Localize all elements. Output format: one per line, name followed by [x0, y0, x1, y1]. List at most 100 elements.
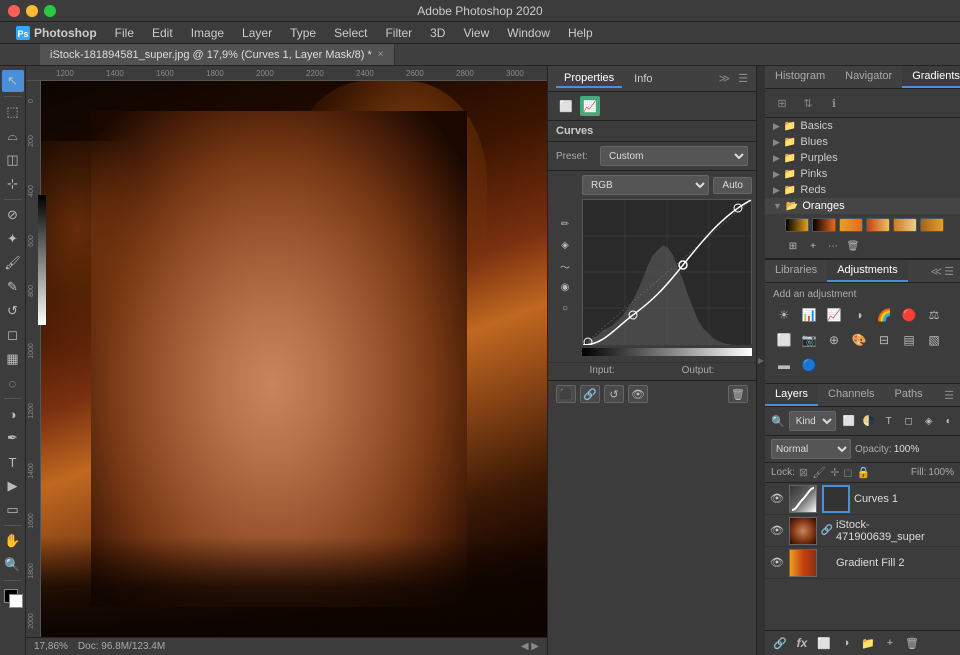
color-balance-icon[interactable]: ⚖: [923, 304, 945, 326]
layer-fx-btn[interactable]: fx: [793, 634, 811, 652]
dodge-tool[interactable]: ◑: [2, 403, 24, 425]
close-button[interactable]: [8, 5, 20, 17]
canvas-image[interactable]: [41, 81, 547, 637]
swatch-list-view-icon[interactable]: ⊞: [785, 238, 801, 254]
channels-tab[interactable]: Channels: [818, 384, 884, 406]
gradient-item-oranges[interactable]: ▼ 📂 Oranges: [765, 198, 960, 214]
menu-photoshop[interactable]: Ps Photoshop: [8, 24, 105, 42]
type-filter-icon[interactable]: T: [880, 412, 898, 430]
menu-image[interactable]: Image: [183, 24, 232, 42]
panel-view-icon[interactable]: ⊞: [771, 92, 793, 114]
crop-tool[interactable]: ⊹: [2, 173, 24, 195]
menu-select[interactable]: Select: [326, 24, 375, 42]
paths-tab[interactable]: Paths: [885, 384, 933, 406]
smartobj-filter-icon[interactable]: ◈: [920, 412, 938, 430]
auto-button[interactable]: Auto: [713, 177, 752, 194]
healing-tool[interactable]: ✦: [2, 228, 24, 250]
histogram-tab[interactable]: Histogram: [765, 66, 835, 88]
adj-collapse-icon[interactable]: ≪: [931, 265, 943, 278]
panel-sort-icon[interactable]: ⇅: [797, 92, 819, 114]
hsl-icon[interactable]: 🔴: [898, 304, 920, 326]
curves-reset[interactable]: ↺: [604, 385, 624, 403]
vibrance-icon[interactable]: 🌈: [873, 304, 895, 326]
layer-item-curves[interactable]: 👁 Curves 1: [765, 483, 960, 515]
pixel-filter-icon[interactable]: ⬜: [840, 412, 858, 430]
blend-mode-select[interactable]: Normal: [771, 439, 851, 459]
gradient-item-blues[interactable]: ▶ 📁 Blues: [765, 134, 960, 150]
curves-edit-tool[interactable]: ✏: [556, 216, 574, 234]
channel-select[interactable]: RGB: [582, 175, 709, 195]
layer-new-btn[interactable]: +: [881, 634, 899, 652]
gradient-map-icon[interactable]: ▬: [773, 354, 795, 376]
gradient-tool[interactable]: ▦: [2, 348, 24, 370]
opacity-value[interactable]: 100%: [894, 444, 920, 455]
gradients-tab[interactable]: Gradients: [902, 66, 960, 88]
layer-group-btn[interactable]: 📁: [859, 634, 877, 652]
curves-link[interactable]: 🔗: [580, 385, 600, 403]
tab-close-icon[interactable]: ×: [378, 49, 384, 60]
menu-help[interactable]: Help: [560, 24, 601, 42]
curves-graph[interactable]: [582, 199, 752, 344]
gradient-item-reds[interactable]: ▶ 📁 Reds: [765, 182, 960, 198]
posterize-icon[interactable]: ▤: [898, 329, 920, 351]
menu-edit[interactable]: Edit: [144, 24, 181, 42]
move-tool[interactable]: ↖: [2, 70, 24, 92]
curves-delete[interactable]: 🗑: [728, 385, 748, 403]
gradient-swatch-3[interactable]: [839, 218, 863, 232]
black-white-icon[interactable]: ⬜: [773, 329, 795, 351]
gradient-item-pinks[interactable]: ▶ 📁 Pinks: [765, 166, 960, 182]
gradient-item-purples[interactable]: ▶ 📁 Purples: [765, 150, 960, 166]
navigator-tab[interactable]: Navigator: [835, 66, 902, 88]
invert-icon[interactable]: ⊟: [873, 329, 895, 351]
swatch-menu-icon[interactable]: ⋯: [825, 238, 841, 254]
collapse-handle-left[interactable]: ▶: [757, 66, 765, 655]
menu-window[interactable]: Window: [499, 24, 558, 42]
shape-filter-icon[interactable]: ◻: [900, 412, 918, 430]
adjustment-filter-icon[interactable]: 🌗: [860, 412, 878, 430]
lock-transparency-icon[interactable]: ⊠: [799, 466, 808, 479]
layer-item-gradient-fill[interactable]: 👁 Gradient Fill 2: [765, 547, 960, 579]
curves-visibility[interactable]: 👁: [628, 385, 648, 403]
gradient-swatch-2[interactable]: [812, 218, 836, 232]
layer-mask-btn[interactable]: ⬜: [815, 634, 833, 652]
menu-type[interactable]: Type: [282, 24, 324, 42]
lock-all-icon[interactable]: 🔒: [856, 466, 870, 479]
layer-visibility-icon[interactable]: 👁: [769, 491, 785, 507]
panel-menu-icon[interactable]: ☰: [738, 72, 748, 85]
gradient-swatch-6[interactable]: [920, 218, 944, 232]
pen-tool[interactable]: ✒: [2, 427, 24, 449]
kind-filter-select[interactable]: Kind: [789, 411, 836, 431]
curves-icon[interactable]: 📈: [580, 96, 600, 116]
mask-icon[interactable]: ⬜: [556, 96, 576, 116]
eraser-tool[interactable]: ◻: [2, 324, 24, 346]
selective-color-icon[interactable]: 🔵: [798, 354, 820, 376]
channel-mixer-icon[interactable]: ⊕: [823, 329, 845, 351]
panel-expand-icon[interactable]: ≫: [719, 72, 731, 85]
curves-point-tool[interactable]: ◈: [556, 237, 574, 255]
fill-value[interactable]: 100%: [928, 467, 954, 478]
lock-artboard-icon[interactable]: ◻: [843, 466, 852, 479]
properties-tab[interactable]: Properties: [556, 70, 622, 88]
layer-link-icon[interactable]: 🔗: [771, 634, 789, 652]
menu-view[interactable]: View: [455, 24, 497, 42]
hand-tool[interactable]: ✋: [2, 530, 24, 552]
adjustments-tab[interactable]: Adjustments: [827, 260, 908, 282]
curves-smooth-tool[interactable]: 〜: [556, 258, 574, 276]
marquee-tool[interactable]: ⬚: [2, 101, 24, 123]
history-brush-tool[interactable]: ↺: [2, 300, 24, 322]
adj-menu-icon[interactable]: ☰: [944, 265, 954, 278]
swatch-delete-icon[interactable]: 🗑: [845, 238, 861, 254]
lock-pixels-icon[interactable]: 🖌: [812, 466, 826, 479]
filter-toggle-icon[interactable]: ◐: [940, 412, 958, 430]
path-selection-tool[interactable]: ▶: [2, 475, 24, 497]
swatch-add-icon[interactable]: +: [805, 238, 821, 254]
threshold-icon[interactable]: ▧: [923, 329, 945, 351]
gradient-swatch-5[interactable]: [893, 218, 917, 232]
gradient-swatch-4[interactable]: [866, 218, 890, 232]
minimize-button[interactable]: [26, 5, 38, 17]
libraries-tab[interactable]: Libraries: [765, 260, 827, 282]
info-tab[interactable]: Info: [626, 71, 660, 87]
menu-filter[interactable]: Filter: [377, 24, 420, 42]
canvas-tab[interactable]: iStock-181894581_super.jpg @ 17,9% (Curv…: [40, 44, 395, 65]
layer-visibility-icon[interactable]: 👁: [769, 523, 785, 539]
